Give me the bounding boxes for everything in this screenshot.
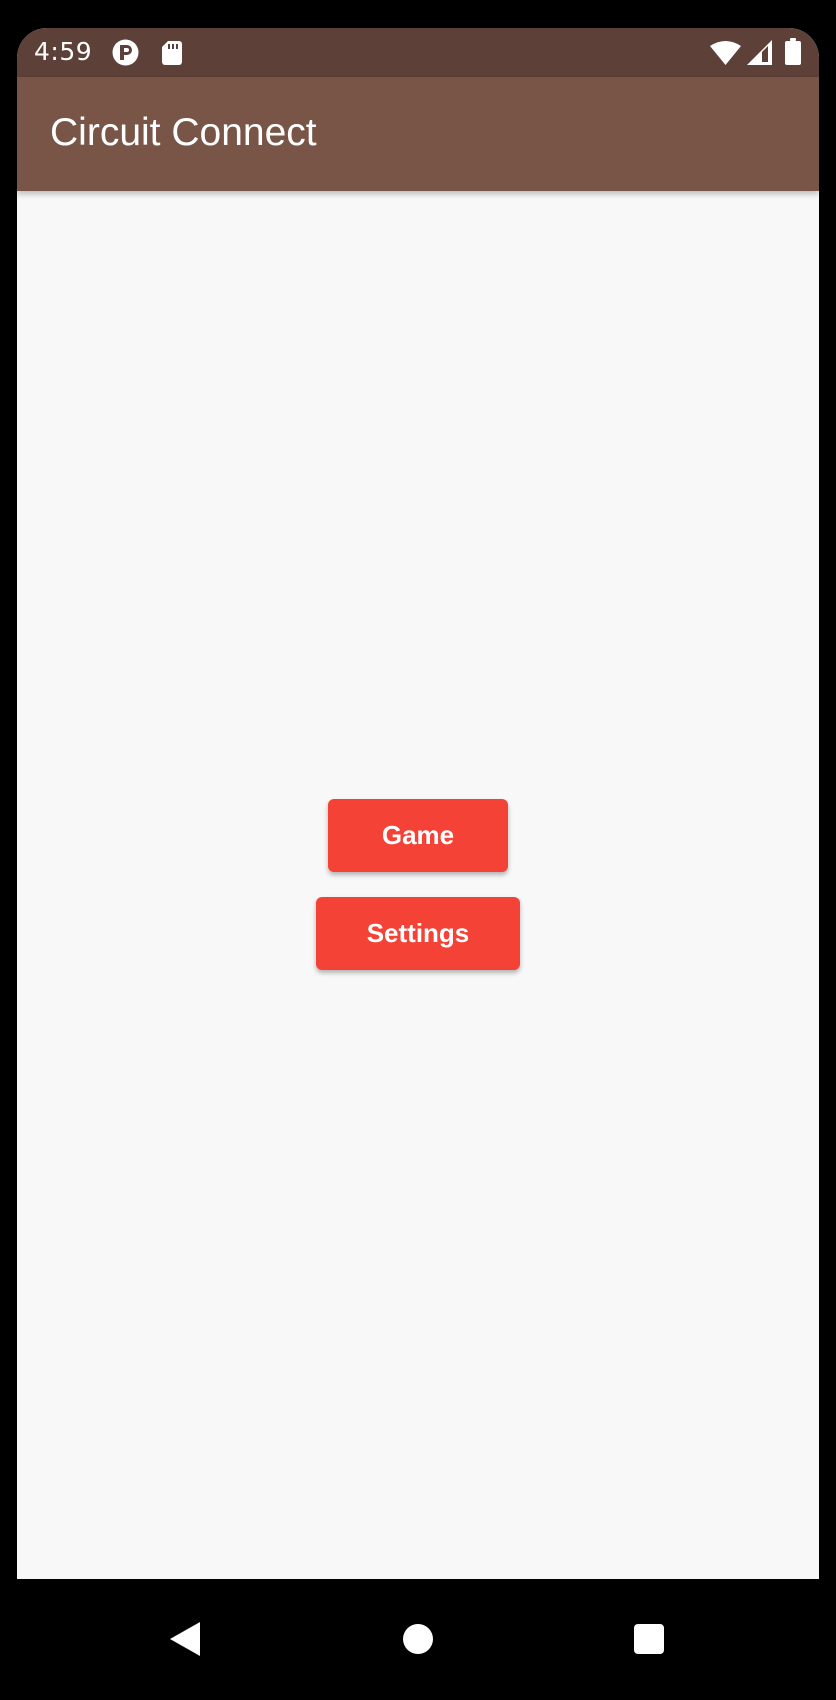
home-icon — [403, 1624, 433, 1654]
game-button[interactable]: Game — [328, 799, 508, 872]
back-button[interactable] — [155, 1609, 215, 1669]
status-bar: 4:59 — [17, 28, 819, 77]
settings-button[interactable]: Settings — [316, 897, 520, 970]
back-icon — [170, 1622, 200, 1656]
battery-icon — [785, 38, 801, 65]
home-button[interactable] — [388, 1609, 448, 1669]
recents-button[interactable] — [619, 1609, 679, 1669]
recents-icon — [634, 1624, 664, 1654]
screen: 4:59 Circuit Connect Game Settings — [17, 28, 819, 1579]
device-frame: 4:59 Circuit Connect Game Settings — [0, 0, 836, 1700]
cell-signal-icon — [747, 40, 772, 65]
wifi-icon — [710, 41, 741, 65]
app-notification-icon — [112, 39, 139, 66]
navigation-bar — [0, 1579, 836, 1700]
app-bar: Circuit Connect — [17, 77, 819, 191]
sd-card-icon — [162, 41, 182, 65]
app-title: Circuit Connect — [50, 111, 317, 154]
status-time: 4:59 — [34, 37, 93, 66]
main-content: Game Settings — [17, 191, 819, 1579]
